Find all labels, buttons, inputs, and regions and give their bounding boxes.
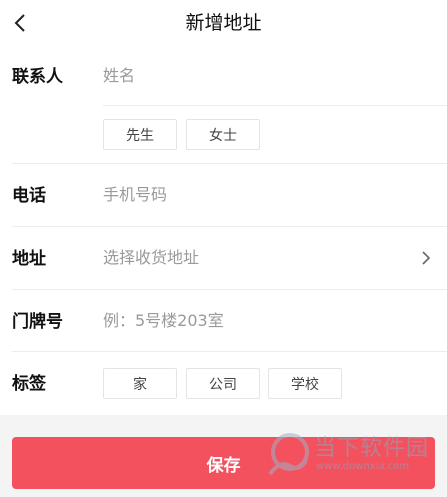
contact-label: 联系人 bbox=[12, 67, 63, 87]
address-label: 地址 bbox=[12, 249, 46, 269]
save-button[interactable]: 保存 bbox=[12, 437, 435, 489]
address-select[interactable]: 选择收货地址 bbox=[103, 246, 403, 270]
door-number-input[interactable] bbox=[103, 309, 403, 333]
contact-name-input[interactable] bbox=[103, 64, 403, 88]
header-bar: 新增地址 bbox=[0, 0, 447, 48]
tags-label: 标签 bbox=[12, 374, 46, 394]
page-title: 新增地址 bbox=[185, 12, 262, 34]
phone-label: 电话 bbox=[12, 186, 46, 206]
chevron-right-icon[interactable] bbox=[419, 250, 433, 266]
phone-input[interactable] bbox=[103, 183, 403, 207]
divider bbox=[12, 289, 447, 290]
tag-chip-company[interactable]: 公司 bbox=[186, 368, 260, 399]
divider bbox=[12, 163, 447, 164]
door-label: 门牌号 bbox=[12, 312, 63, 332]
gender-chip-ms[interactable]: 女士 bbox=[186, 119, 260, 150]
divider bbox=[12, 351, 447, 352]
tag-chip-school[interactable]: 学校 bbox=[268, 368, 342, 399]
gender-chip-mr[interactable]: 先生 bbox=[103, 119, 177, 150]
tag-chip-home[interactable]: 家 bbox=[103, 368, 177, 399]
divider bbox=[103, 105, 447, 106]
divider bbox=[12, 226, 447, 227]
